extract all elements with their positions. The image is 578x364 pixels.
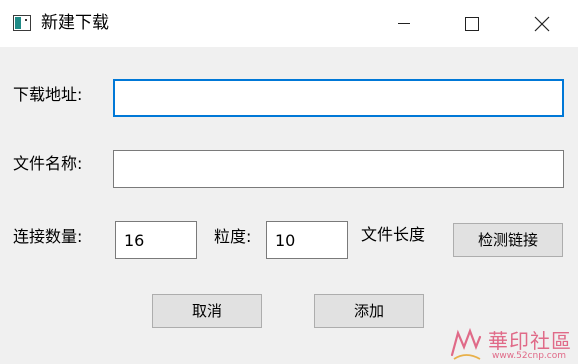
cancel-button[interactable]: 取消 xyxy=(152,294,262,328)
url-input[interactable] xyxy=(113,79,564,117)
granularity-input[interactable] xyxy=(266,221,348,259)
file-name-label: 文件名称: xyxy=(13,154,83,173)
watermark-text: 華印社區 xyxy=(488,329,572,353)
maximize-icon xyxy=(465,16,479,31)
window-title: 新建下载 xyxy=(41,13,109,33)
minimize-icon xyxy=(398,23,410,24)
watermark-url: www.52cnp.com xyxy=(492,351,567,361)
close-icon xyxy=(534,16,550,31)
maximize-button[interactable] xyxy=(449,0,495,47)
add-button[interactable]: 添加 xyxy=(314,294,424,328)
watermark: 華印社區 www.52cnp.com xyxy=(448,325,576,362)
threads-label: 连接数量: xyxy=(13,227,83,246)
file-name-input[interactable] xyxy=(113,150,564,188)
watermark-logo-icon xyxy=(450,327,482,360)
close-button[interactable] xyxy=(519,0,565,47)
file-length-label: 文件长度 xyxy=(361,225,426,244)
url-label: 下载地址: xyxy=(13,85,83,104)
app-window-icon xyxy=(13,15,31,31)
minimize-button[interactable] xyxy=(381,0,427,47)
threads-input[interactable] xyxy=(115,221,197,259)
check-link-button[interactable]: 检测链接 xyxy=(453,223,563,257)
granularity-label: 粒度: xyxy=(214,227,252,246)
title-bar[interactable]: 新建下载 xyxy=(0,0,578,47)
